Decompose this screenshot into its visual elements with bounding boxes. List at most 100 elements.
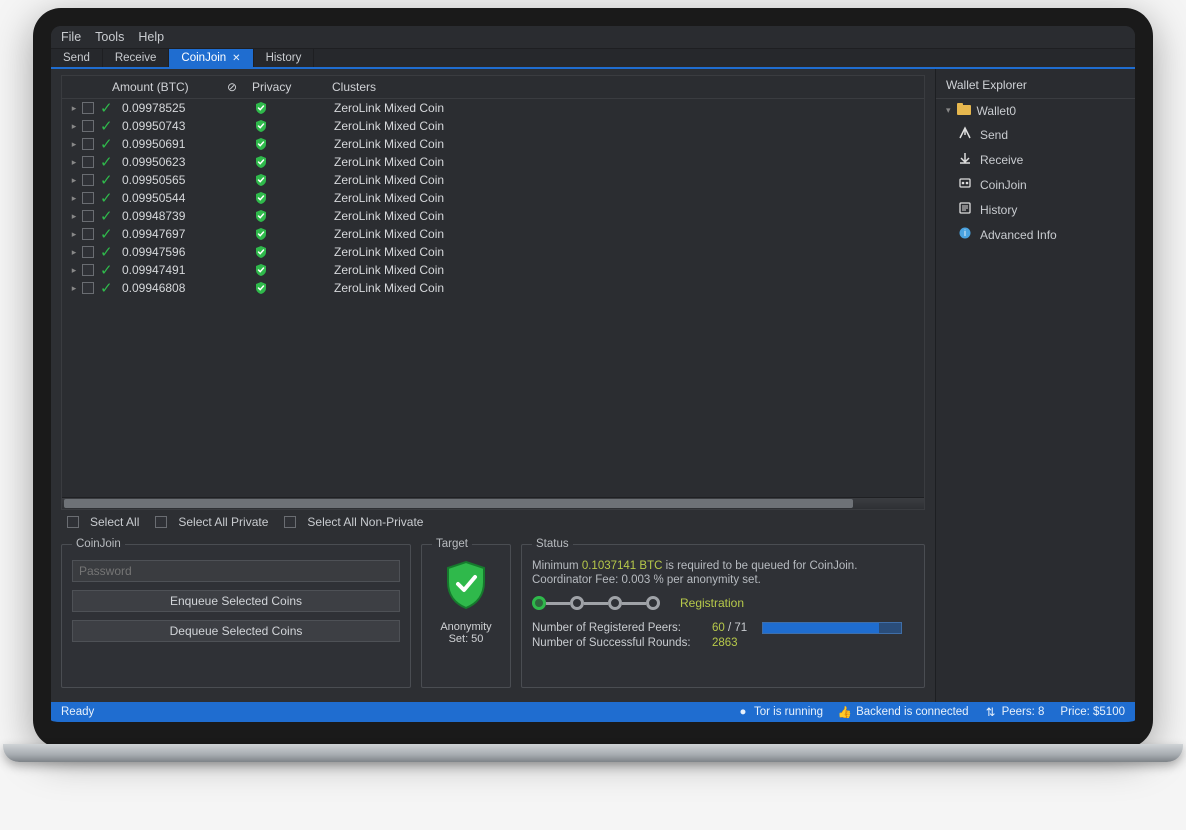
enqueue-button[interactable]: Enqueue Selected Coins xyxy=(72,590,400,612)
row-checkbox[interactable] xyxy=(82,102,94,114)
phase-dot-2-icon xyxy=(570,596,584,610)
select-all-nonprivate[interactable]: Select All Non-Private xyxy=(282,515,423,529)
tab-history[interactable]: History xyxy=(254,49,315,67)
row-checkbox[interactable] xyxy=(82,210,94,222)
sidebar-item-info[interactable]: i Advanced Info xyxy=(948,222,1135,247)
expand-caret-icon[interactable]: ▸ xyxy=(68,211,80,222)
sidebar-item-coinjoin[interactable]: CoinJoin xyxy=(948,172,1135,197)
row-checkbox[interactable] xyxy=(82,246,94,258)
status-bar: Ready ● Tor is running 👍 Backend is conn… xyxy=(51,702,1135,722)
checkbox-icon[interactable] xyxy=(284,516,296,528)
select-all-private[interactable]: Select All Private xyxy=(153,515,268,529)
sidebar-item-history[interactable]: History xyxy=(948,197,1135,222)
row-checkbox[interactable] xyxy=(82,156,94,168)
checkmark-icon: ✓ xyxy=(100,261,122,279)
header-ring-icon[interactable]: ⊘ xyxy=(212,80,252,94)
target-panel: Target Anonymity Set: 50 xyxy=(421,538,511,688)
menu-help[interactable]: Help xyxy=(138,30,164,44)
dequeue-button[interactable]: Dequeue Selected Coins xyxy=(72,620,400,642)
wallet-node[interactable]: ▾ Wallet0 xyxy=(936,99,1135,122)
main-pane: Amount (BTC) ⊘ Privacy Clusters ▸✓0.0997… xyxy=(51,69,935,702)
checkmark-icon: ✓ xyxy=(100,135,122,153)
coin-row[interactable]: ▸✓0.09947491ZeroLink Mixed Coin xyxy=(62,261,924,279)
coin-row[interactable]: ▸✓0.09946808ZeroLink Mixed Coin xyxy=(62,279,924,297)
scrollbar-thumb[interactable] xyxy=(64,499,853,508)
wallet-folder-icon xyxy=(957,103,971,118)
anonymity-set-label: Anonymity Set: 50 xyxy=(432,621,500,645)
expand-caret-icon[interactable]: ▸ xyxy=(68,157,80,168)
coin-row[interactable]: ▸✓0.09950544ZeroLink Mixed Coin xyxy=(62,189,924,207)
phase-indicator: Registration xyxy=(532,596,914,610)
sidebar-item-label: Advanced Info xyxy=(980,228,1057,242)
row-checkbox[interactable] xyxy=(82,264,94,276)
row-amount: 0.09947491 xyxy=(122,263,214,277)
row-checkbox[interactable] xyxy=(82,228,94,240)
password-input[interactable] xyxy=(72,560,400,582)
expand-caret-icon[interactable]: ▸ xyxy=(68,175,80,186)
menu-tools[interactable]: Tools xyxy=(95,30,124,44)
phase-connector-icon xyxy=(546,602,570,605)
checkbox-icon[interactable] xyxy=(67,516,79,528)
row-checkbox[interactable] xyxy=(82,174,94,186)
row-amount: 0.09948739 xyxy=(122,209,214,223)
status-fee-line: Coordinator Fee: 0.003 % per anonymity s… xyxy=(532,574,914,586)
privacy-shield-icon xyxy=(254,101,314,115)
expand-caret-icon[interactable]: ▸ xyxy=(68,139,80,150)
screen-bezel: File Tools Help Send Receive CoinJoin ✕ … xyxy=(33,8,1153,748)
expand-caret-icon[interactable]: ▸ xyxy=(68,103,80,114)
horizontal-scrollbar[interactable] xyxy=(62,497,924,509)
sidebar-item-label: Send xyxy=(980,128,1008,142)
coin-row[interactable]: ▸✓0.09950743ZeroLink Mixed Coin xyxy=(62,117,924,135)
header-amount[interactable]: Amount (BTC) xyxy=(112,80,212,94)
peers-value: 60 / 71 xyxy=(712,622,762,634)
header-privacy[interactable]: Privacy xyxy=(252,80,312,94)
tab-coinjoin[interactable]: CoinJoin ✕ xyxy=(169,49,253,67)
sidebar-item-send[interactable]: Send xyxy=(948,122,1135,147)
sidebar-item-receive[interactable]: Receive xyxy=(948,147,1135,172)
row-checkbox[interactable] xyxy=(82,138,94,150)
phase-connector-icon xyxy=(622,602,646,605)
row-checkbox[interactable] xyxy=(82,282,94,294)
privacy-shield-icon xyxy=(254,119,314,133)
coin-row[interactable]: ▸✓0.09947596ZeroLink Mixed Coin xyxy=(62,243,924,261)
select-all[interactable]: Select All xyxy=(65,515,139,529)
coin-row[interactable]: ▸✓0.09950691ZeroLink Mixed Coin xyxy=(62,135,924,153)
row-clusters: ZeroLink Mixed Coin xyxy=(314,119,924,133)
expand-caret-icon[interactable]: ▸ xyxy=(68,121,80,132)
chevron-down-icon[interactable]: ▾ xyxy=(946,105,951,116)
expand-caret-icon[interactable]: ▸ xyxy=(68,247,80,258)
row-clusters: ZeroLink Mixed Coin xyxy=(314,137,924,151)
expand-caret-icon[interactable]: ▸ xyxy=(68,229,80,240)
wallet-explorer-sidebar: Wallet Explorer ▾ Wallet0 SendReceiveCoi… xyxy=(935,69,1135,702)
sidebar-item-label: Receive xyxy=(980,153,1023,167)
expand-caret-icon[interactable]: ▸ xyxy=(68,193,80,204)
privacy-shield-icon xyxy=(254,263,314,277)
checkmark-icon: ✓ xyxy=(100,117,122,135)
expand-caret-icon[interactable]: ▸ xyxy=(68,265,80,276)
expand-caret-icon[interactable]: ▸ xyxy=(68,283,80,294)
coin-row[interactable]: ▸✓0.09950623ZeroLink Mixed Coin xyxy=(62,153,924,171)
row-amount: 0.09946808 xyxy=(122,281,214,295)
peers-progress-bar xyxy=(762,622,902,634)
row-clusters: ZeroLink Mixed Coin xyxy=(314,155,924,169)
svg-text:i: i xyxy=(964,228,966,238)
row-checkbox[interactable] xyxy=(82,192,94,204)
menu-file[interactable]: File xyxy=(61,30,81,44)
privacy-shield-icon xyxy=(254,155,314,169)
row-checkbox[interactable] xyxy=(82,120,94,132)
link-icon: ⇅ xyxy=(985,706,997,718)
close-icon[interactable]: ✕ xyxy=(232,53,240,64)
coin-row[interactable]: ▸✓0.09948739ZeroLink Mixed Coin xyxy=(62,207,924,225)
coin-row[interactable]: ▸✓0.09947697ZeroLink Mixed Coin xyxy=(62,225,924,243)
tab-send[interactable]: Send xyxy=(51,49,103,67)
rounds-label: Number of Successful Rounds: xyxy=(532,637,712,649)
tab-receive[interactable]: Receive xyxy=(103,49,170,67)
header-clusters[interactable]: Clusters xyxy=(312,80,924,94)
coin-row[interactable]: ▸✓0.09978525ZeroLink Mixed Coin xyxy=(62,99,924,117)
checkmark-icon: ✓ xyxy=(100,189,122,207)
checkbox-icon[interactable] xyxy=(155,516,167,528)
status-tor: ● Tor is running xyxy=(737,706,823,718)
coin-row[interactable]: ▸✓0.09950565ZeroLink Mixed Coin xyxy=(62,171,924,189)
laptop-mockup: File Tools Help Send Receive CoinJoin ✕ … xyxy=(33,8,1153,762)
row-clusters: ZeroLink Mixed Coin xyxy=(314,173,924,187)
